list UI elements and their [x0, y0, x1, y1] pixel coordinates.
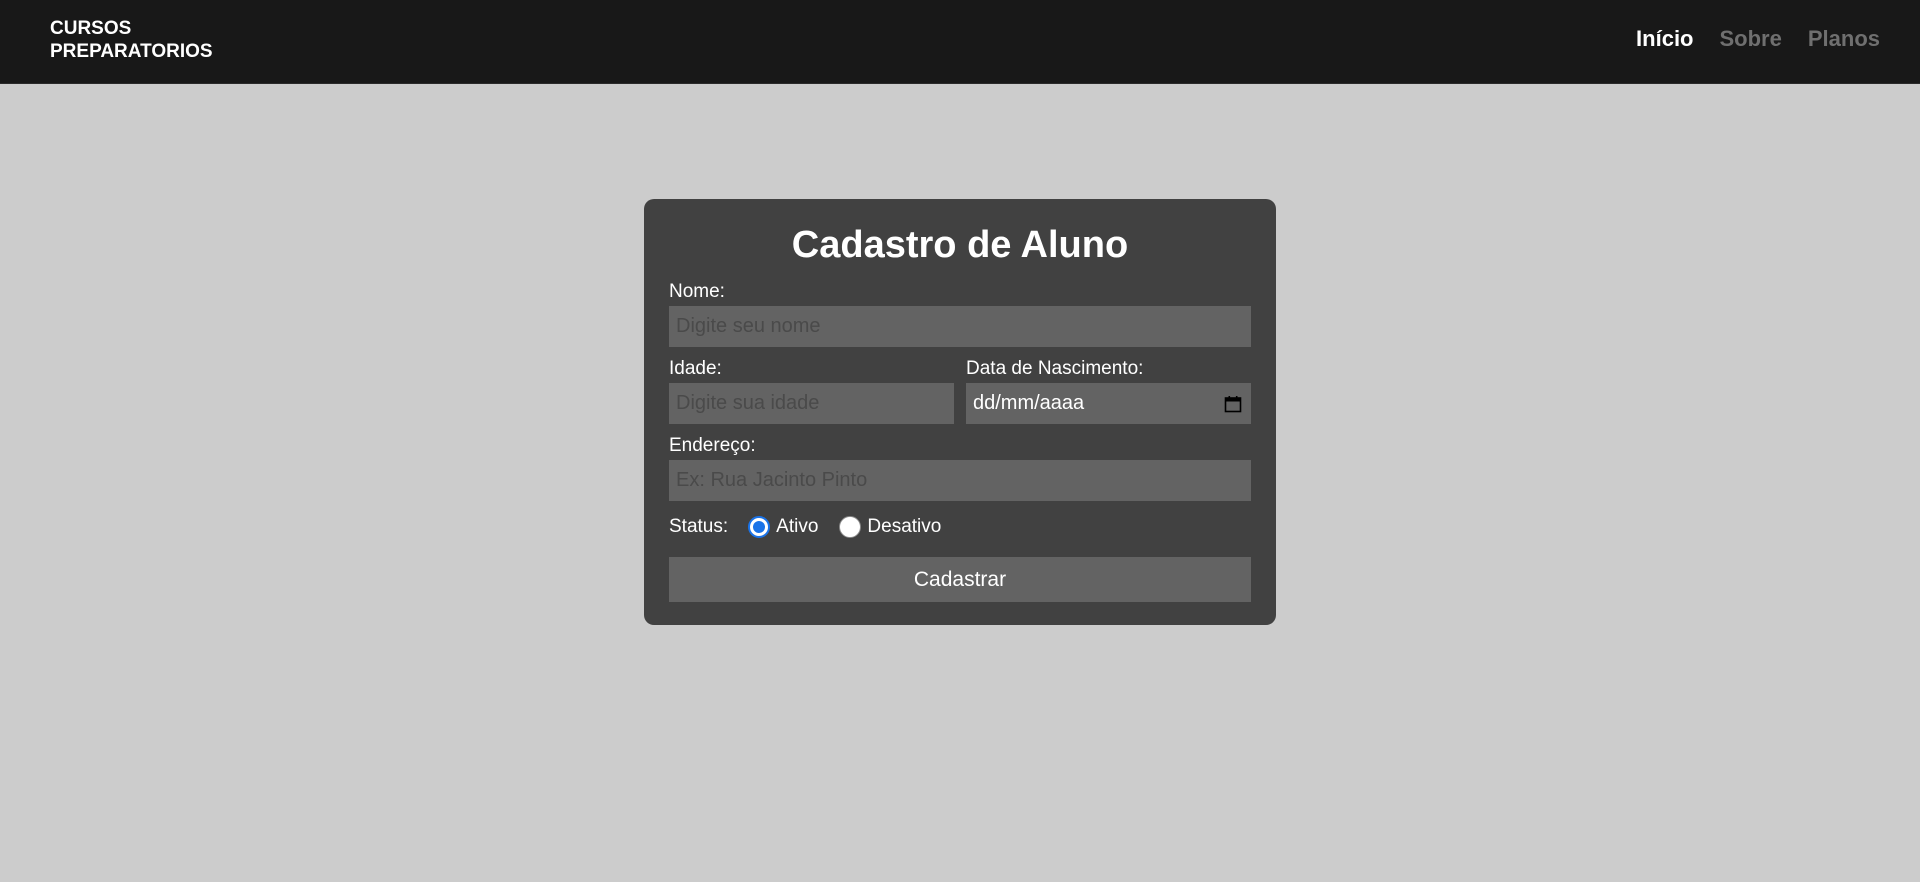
- radio-ativo[interactable]: [748, 516, 771, 538]
- idade-input[interactable]: [669, 383, 954, 424]
- nascimento-label: Data de Nascimento:: [966, 358, 1144, 379]
- nascimento-group: Data de Nascimento: dd/mm/aaaa: [966, 358, 1251, 424]
- idade-label: Idade:: [669, 358, 722, 379]
- nome-group: Nome:: [669, 281, 1251, 347]
- nome-input[interactable]: [669, 306, 1251, 347]
- endereco-input[interactable]: [669, 460, 1251, 501]
- nav-link-planos[interactable]: Planos: [1808, 26, 1880, 52]
- nav-link-inicio[interactable]: Início: [1636, 26, 1693, 52]
- idade-nascimento-row: Idade: Data de Nascimento: dd/mm/aaaa: [669, 358, 1251, 424]
- main-nav: Início Sobre Planos: [1636, 26, 1880, 52]
- idade-group: Idade:: [669, 358, 954, 424]
- status-group: Status: Ativo Desativo: [669, 512, 1251, 542]
- status-option-ativo[interactable]: Ativo: [748, 516, 818, 538]
- cadastrar-button[interactable]: Cadastrar: [669, 557, 1251, 602]
- radio-desativo-label: Desativo: [867, 516, 942, 537]
- brand-line-2: PREPARATORIOS: [50, 41, 213, 62]
- nascimento-date-input[interactable]: dd/mm/aaaa: [966, 383, 1251, 424]
- radio-desativo[interactable]: [839, 516, 862, 538]
- date-value: dd/mm/aaaa: [973, 392, 1085, 414]
- calendar-icon[interactable]: [1224, 395, 1242, 413]
- endereco-group: Endereço:: [669, 435, 1251, 501]
- top-navbar: CURSOS PREPARATORIOS Início Sobre Planos: [0, 0, 1920, 84]
- form-title: Cadastro de Aluno: [791, 224, 1129, 266]
- nav-link-sobre[interactable]: Sobre: [1720, 26, 1782, 52]
- endereco-label: Endereço:: [669, 435, 756, 456]
- status-label: Status:: [669, 516, 729, 537]
- registration-card: Cadastro de Aluno Nome: Idade: Data de N…: [644, 199, 1276, 625]
- status-option-desativo[interactable]: Desativo: [839, 516, 941, 538]
- brand-logo[interactable]: CURSOS PREPARATORIOS: [50, 17, 270, 63]
- nome-label: Nome:: [669, 281, 725, 302]
- radio-ativo-label: Ativo: [776, 516, 819, 537]
- brand-line-1: CURSOS: [50, 18, 132, 39]
